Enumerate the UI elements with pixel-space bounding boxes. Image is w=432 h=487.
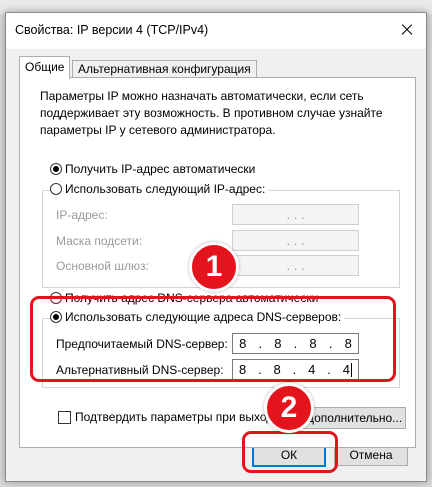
subnet-mask-field[interactable]: . . . [232, 230, 359, 251]
ip-address-label: IP-адрес: [56, 208, 108, 222]
ip-manual-label: Использовать следующий IP-адрес: [65, 182, 266, 196]
subnet-mask-value: . . . [286, 233, 305, 248]
ip-address-field[interactable]: . . . [232, 204, 359, 225]
subnet-mask-label: Маска подсети: [56, 234, 143, 248]
advanced-button[interactable]: Дополнительно... [302, 407, 406, 429]
step-1-number: 1 [205, 250, 223, 283]
close-icon[interactable] [394, 17, 420, 43]
ip-address-value: . . . [286, 207, 305, 222]
default-gateway-field[interactable]: . . . [232, 255, 359, 276]
validate-label: Подтвердить параметры при выходе [75, 410, 280, 424]
tab-alternate-config-label: Альтернативная конфигурация [78, 62, 251, 76]
step-2-badge: 2 [264, 383, 314, 433]
cancel-button-label: Отмена [349, 448, 393, 462]
tab-alternate-config[interactable]: Альтернативная конфигурация [72, 60, 257, 78]
default-gateway-value: . . . [286, 258, 305, 273]
validate-checkbox[interactable] [58, 410, 71, 424]
ip-auto-radio[interactable] [50, 163, 62, 175]
tab-general-label: Общие [25, 60, 65, 74]
step-2-number: 2 [280, 391, 298, 424]
ip-auto-option[interactable]: Получить IP-адрес автоматически [50, 162, 259, 176]
highlight-ok-box [242, 431, 338, 473]
advanced-button-label: Дополнительно... [305, 411, 403, 425]
tab-general[interactable]: Общие [19, 56, 71, 79]
validate-option[interactable]: Подтвердить параметры при выходе [58, 410, 280, 424]
step-1-badge: 1 [189, 242, 239, 292]
description-text: Параметры IP можно назначать автоматичес… [40, 89, 383, 137]
highlight-dns-box [30, 296, 396, 382]
window-title: Свойства: IP версии 4 (TCP/IPv4) [15, 23, 209, 37]
ip-auto-label: Получить IP-адрес автоматически [65, 162, 256, 176]
ip-manual-radio[interactable] [50, 183, 62, 195]
title-bar: Свойства: IP версии 4 (TCP/IPv4) [6, 13, 426, 49]
ip-manual-option[interactable]: Использовать следующий IP-адрес: [50, 182, 269, 196]
default-gateway-label: Основной шлюз: [56, 259, 149, 273]
